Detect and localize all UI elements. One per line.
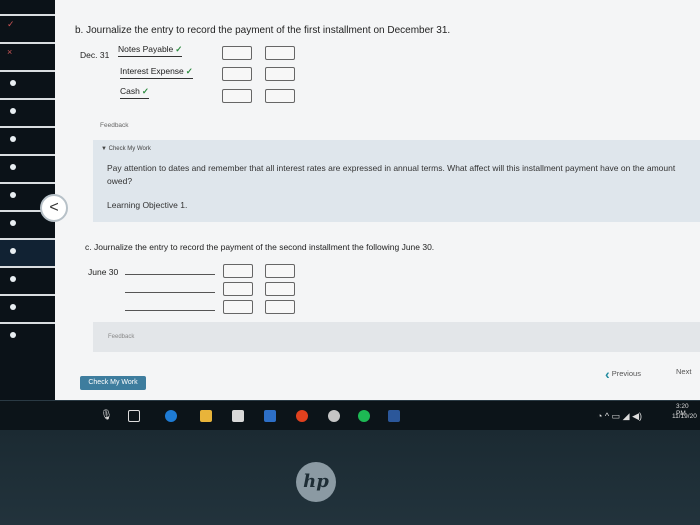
feedback-label-2: Feedback	[108, 334, 135, 340]
debit-input[interactable]	[222, 89, 252, 103]
task-view-icon[interactable]	[128, 410, 140, 422]
dot-icon	[10, 332, 16, 338]
debit-input[interactable]	[223, 282, 253, 296]
credit-input[interactable]	[265, 67, 295, 81]
debit-input[interactable]	[223, 300, 253, 314]
dot-icon	[10, 304, 16, 310]
dot-icon	[10, 164, 16, 170]
sidebar-item[interactable]	[0, 266, 55, 294]
part-b-date: Dec. 31	[80, 50, 110, 60]
sidebar-item[interactable]	[0, 322, 55, 350]
sidebar-item-active[interactable]	[0, 238, 55, 266]
part-c-title: c. Journalize the entry to record the pa…	[85, 242, 435, 252]
edge-icon[interactable]	[165, 410, 177, 422]
check-my-work-button[interactable]: Check My Work	[80, 376, 146, 390]
hp-logo: hp	[296, 462, 336, 502]
chevron-left-icon: ‹	[605, 366, 610, 382]
account-row-1[interactable]: Notes Payable ✓	[118, 44, 183, 57]
feedback-panel-2: Feedback	[93, 322, 700, 352]
microphone-icon[interactable]: 🎙	[100, 410, 113, 422]
next-button[interactable]: Next	[676, 367, 691, 376]
clock-date: 11/19/20	[672, 413, 697, 420]
check-icon: ✓	[141, 86, 149, 96]
feedback-panel: ▼ Check My Work Pay attention to dates a…	[93, 140, 700, 222]
sidebar-item[interactable]	[0, 70, 55, 98]
check-icon: ✓	[7, 19, 15, 29]
cross-icon: ×	[7, 47, 13, 57]
dot-icon	[10, 276, 16, 282]
dot-icon	[10, 248, 16, 254]
dot-icon	[10, 80, 16, 86]
credit-input[interactable]	[265, 282, 295, 296]
credit-input[interactable]	[265, 89, 295, 103]
account-line[interactable]	[125, 274, 215, 275]
dot-icon	[10, 220, 16, 226]
word-icon[interactable]	[388, 410, 400, 422]
dot-icon	[10, 136, 16, 142]
laptop-bezel: hp	[0, 430, 700, 525]
part-b-title: b. Journalize the entry to record the pa…	[75, 25, 451, 36]
browser-screen: ✓ × b. Journalize the entry to record th…	[0, 0, 700, 400]
sidebar-item[interactable]	[0, 98, 55, 126]
sidebar-item[interactable]	[0, 154, 55, 182]
account-line[interactable]	[125, 292, 215, 293]
check-icon: ✓	[185, 66, 193, 76]
debit-input[interactable]	[223, 264, 253, 278]
dot-icon	[10, 192, 16, 198]
dot-icon	[10, 108, 16, 114]
credit-input[interactable]	[265, 300, 295, 314]
account-name: Interest Expense	[120, 66, 184, 76]
feedback-label: Feedback	[100, 122, 129, 129]
chrome-icon[interactable]	[328, 410, 340, 422]
office-icon[interactable]	[296, 410, 308, 422]
sidebar-item[interactable]: ✓	[0, 14, 55, 42]
app-icon[interactable]	[264, 410, 276, 422]
tray-icons[interactable]: ◔ ^ ▭ ◢ ◀)	[597, 411, 642, 422]
previous-button[interactable]: ‹ Previous	[605, 366, 641, 382]
windows-taskbar: 🎙 ◔ ^ ▭ ◢ ◀) 3:20 PM 11/19/20	[0, 400, 700, 431]
check-my-work-heading[interactable]: ▼ Check My Work	[101, 146, 151, 152]
chevron-left-icon: <	[49, 199, 59, 216]
credit-input[interactable]	[265, 46, 295, 60]
sidebar-item[interactable]: ×	[0, 42, 55, 70]
learning-objective: Learning Objective 1.	[107, 200, 188, 210]
back-button[interactable]: <	[40, 194, 68, 222]
store-icon[interactable]	[232, 410, 244, 422]
main-content: b. Journalize the entry to record the pa…	[55, 0, 700, 400]
spotify-icon[interactable]	[358, 410, 370, 422]
sidebar-item[interactable]	[0, 294, 55, 322]
account-row-2[interactable]: Interest Expense ✓	[120, 66, 193, 79]
debit-input[interactable]	[222, 67, 252, 81]
part-c-date: June 30	[88, 267, 119, 277]
sidebar-item[interactable]	[0, 126, 55, 154]
account-line[interactable]	[125, 310, 215, 311]
check-icon: ✓	[175, 44, 183, 54]
credit-input[interactable]	[265, 264, 295, 278]
previous-label: Previous	[611, 368, 641, 378]
feedback-text: Pay attention to dates and remember that…	[107, 163, 676, 186]
account-row-3[interactable]: Cash ✓	[120, 86, 149, 99]
account-name: Cash	[120, 86, 140, 96]
debit-input[interactable]	[222, 46, 252, 60]
file-explorer-icon[interactable]	[200, 410, 212, 422]
account-name: Notes Payable	[118, 44, 174, 54]
